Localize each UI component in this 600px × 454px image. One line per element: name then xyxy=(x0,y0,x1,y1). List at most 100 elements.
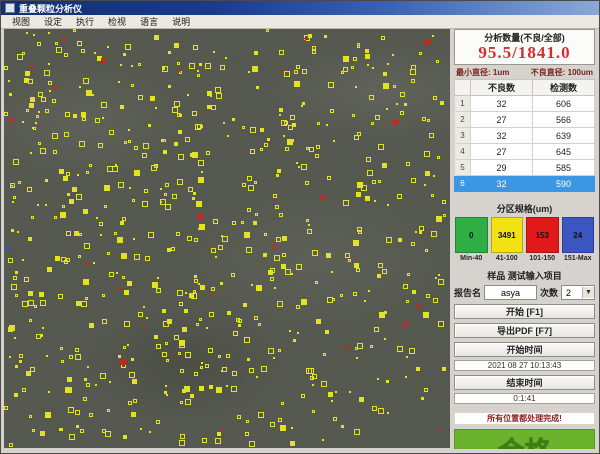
normal-marker-icon xyxy=(217,432,221,436)
normal-marker-icon xyxy=(194,275,197,278)
normal-marker-icon xyxy=(433,175,435,177)
normal-marker-icon xyxy=(29,415,32,418)
zone-box-151-Max[interactable]: 24 xyxy=(562,217,595,253)
menu-item-3[interactable]: 检视 xyxy=(101,15,133,28)
special-marker-icon xyxy=(233,57,236,60)
normal-marker-icon xyxy=(134,146,138,150)
zone-box-41-100[interactable]: 3491 xyxy=(491,217,524,253)
normal-marker-icon xyxy=(215,438,221,444)
normal-marker-icon xyxy=(251,284,253,286)
specimen-image[interactable] xyxy=(4,29,450,448)
normal-marker-icon xyxy=(383,72,387,76)
normal-marker-icon xyxy=(341,71,344,74)
normal-marker-icon xyxy=(222,367,227,372)
normal-marker-icon xyxy=(372,180,376,184)
normal-marker-icon xyxy=(190,153,194,157)
normal-marker-icon xyxy=(132,199,135,202)
table-row[interactable]: 227566 xyxy=(455,112,595,128)
table-row[interactable]: 529585 xyxy=(455,160,595,176)
normal-marker-icon xyxy=(312,50,316,54)
normal-marker-icon xyxy=(37,204,39,206)
normal-marker-icon xyxy=(242,183,246,187)
table-row[interactable]: 332639 xyxy=(455,128,595,144)
menu-item-0[interactable]: 视图 xyxy=(5,15,37,28)
table-cell: 566 xyxy=(533,112,595,128)
normal-marker-icon xyxy=(138,63,141,66)
normal-marker-icon xyxy=(406,162,410,166)
normal-marker-icon xyxy=(165,342,168,345)
normal-marker-icon xyxy=(406,356,408,358)
normal-marker-icon xyxy=(42,327,44,329)
normal-marker-icon xyxy=(393,85,396,88)
normal-marker-icon xyxy=(69,434,75,440)
start-time-button[interactable]: 开始时间 xyxy=(454,342,595,357)
normal-marker-icon xyxy=(182,389,186,393)
normal-marker-icon xyxy=(377,274,381,278)
menu-item-4[interactable]: 语言 xyxy=(133,15,165,28)
normal-marker-icon xyxy=(69,355,73,359)
defect-marker-icon xyxy=(101,58,106,63)
title-bar[interactable]: 重叠颗粒分析仪 xyxy=(1,1,599,15)
normal-marker-icon xyxy=(223,122,225,124)
normal-marker-icon xyxy=(356,268,360,272)
normal-marker-icon xyxy=(83,279,89,285)
normal-marker-icon xyxy=(143,143,149,149)
normal-marker-icon xyxy=(122,276,125,279)
normal-marker-icon xyxy=(276,237,281,242)
normal-marker-icon xyxy=(54,216,57,219)
normal-marker-icon xyxy=(431,194,434,197)
normal-marker-icon xyxy=(200,366,203,369)
end-time-button[interactable]: 结束时间 xyxy=(454,375,595,390)
normal-marker-icon xyxy=(226,385,228,387)
normal-marker-icon xyxy=(316,145,320,149)
table-row[interactable]: 632590 xyxy=(455,176,595,192)
defect-marker-icon xyxy=(416,304,421,309)
normal-marker-icon xyxy=(315,281,318,284)
normal-marker-icon xyxy=(357,343,363,349)
normal-marker-icon xyxy=(407,273,410,276)
normal-marker-icon xyxy=(268,348,274,354)
normal-marker-icon xyxy=(322,439,324,441)
normal-marker-icon xyxy=(431,231,437,237)
report-name-input[interactable] xyxy=(484,285,537,300)
normal-marker-icon xyxy=(279,114,281,116)
normal-marker-icon xyxy=(198,160,204,166)
table-row[interactable]: 427645 xyxy=(455,144,595,160)
normal-marker-icon xyxy=(129,187,131,189)
normal-marker-icon xyxy=(112,166,118,172)
normal-marker-icon xyxy=(11,284,17,290)
zone-box-Min-40[interactable]: 0 xyxy=(455,217,488,253)
normal-marker-icon xyxy=(35,122,37,124)
normal-marker-icon xyxy=(425,171,430,176)
normal-marker-icon xyxy=(197,124,202,129)
normal-marker-icon xyxy=(416,367,420,371)
menu-item-1[interactable]: 设定 xyxy=(37,15,69,28)
table-cell: 1 xyxy=(455,96,471,112)
normal-marker-icon xyxy=(124,290,129,295)
normal-marker-icon xyxy=(386,380,389,383)
menu-item-2[interactable]: 执行 xyxy=(69,15,101,28)
normal-marker-icon xyxy=(279,213,283,217)
normal-marker-icon xyxy=(142,201,148,207)
run-count-select[interactable]: 2 ▼ xyxy=(561,285,595,300)
normal-marker-icon xyxy=(125,44,131,50)
defect-marker-icon xyxy=(117,287,120,290)
normal-marker-icon xyxy=(372,406,377,411)
normal-marker-icon xyxy=(87,366,89,368)
normal-marker-icon xyxy=(267,138,270,141)
start-button[interactable]: 开始 [F1] xyxy=(454,304,595,319)
chevron-down-icon[interactable]: ▼ xyxy=(582,287,594,298)
table-row[interactable]: 132606 xyxy=(455,96,595,112)
normal-marker-icon xyxy=(405,376,407,378)
zone-box-101-150[interactable]: 153 xyxy=(526,217,559,253)
normal-marker-icon xyxy=(270,268,275,273)
normal-marker-icon xyxy=(93,262,95,264)
normal-marker-icon xyxy=(301,105,303,107)
menu-item-5[interactable]: 说明 xyxy=(165,15,197,28)
normal-marker-icon xyxy=(290,441,295,446)
normal-marker-icon xyxy=(227,135,229,137)
normal-marker-icon xyxy=(52,99,56,103)
export-pdf-button[interactable]: 导出PDF [F7] xyxy=(454,323,595,338)
normal-marker-icon xyxy=(75,354,81,360)
normal-marker-icon xyxy=(196,323,199,326)
